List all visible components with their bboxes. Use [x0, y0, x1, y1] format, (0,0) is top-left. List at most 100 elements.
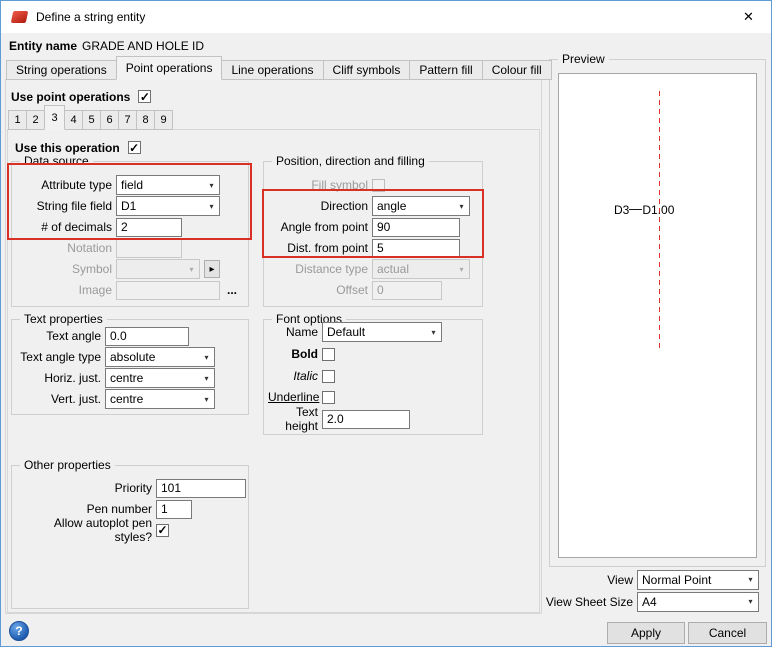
chevron-down-icon[interactable]: ▾ [204, 202, 219, 211]
chevron-down-icon[interactable]: ▾ [743, 597, 758, 606]
text-height-label: Text height [285, 405, 318, 433]
operation-tab-5[interactable]: 5 [82, 110, 101, 130]
operation-tab-4[interactable]: 4 [64, 110, 83, 130]
chevron-down-icon[interactable]: ▾ [743, 575, 758, 584]
priority-label: Priority [114, 481, 152, 495]
pen-number-input[interactable] [156, 499, 192, 519]
operation-tab-9[interactable]: 9 [154, 110, 173, 130]
view-sheet-size-select[interactable]: A4 ▾ [637, 591, 759, 612]
horiz-just-row: Horiz. just. centre ▾ [16, 368, 244, 388]
bold-checkbox[interactable] [322, 347, 335, 361]
bold-label: Bold [291, 347, 318, 361]
direction-label: Direction [320, 199, 368, 213]
group-position-direction: Position, direction and filling Fill sym… [263, 154, 483, 307]
notation-input [116, 238, 182, 258]
dist-from-point-input[interactable] [372, 238, 460, 258]
apply-button[interactable]: Apply [607, 622, 685, 644]
attribute-type-select[interactable]: field ▾ [116, 175, 220, 195]
view-select[interactable]: Normal Point ▾ [637, 569, 759, 590]
operation-tab-7[interactable]: 7 [118, 110, 137, 130]
text-angle-label: Text angle [46, 329, 101, 343]
tab-string-operations[interactable]: String operations [6, 60, 117, 80]
distance-type-label: Distance type [295, 262, 368, 276]
operation-tab-8[interactable]: 8 [136, 110, 155, 130]
distance-type-value: actual [377, 262, 410, 276]
entity-name-row: Entity name GRADE AND HOLE ID [9, 38, 204, 54]
preview-label-right: D1.00 [642, 202, 675, 217]
operation-tab-1[interactable]: 1 [8, 110, 27, 130]
tab-pattern-fill[interactable]: Pattern fill [409, 60, 483, 80]
operation-tab-3[interactable]: 3 [44, 105, 65, 130]
vert-just-select[interactable]: centre ▾ [105, 389, 215, 409]
entity-name-label: Entity name [9, 39, 78, 53]
symbol-row: Symbol ▾ ▸ [16, 259, 244, 279]
decimals-row: # of decimals [16, 217, 244, 237]
view-row: View Normal Point ▾ [521, 569, 759, 590]
group-title-text-properties: Text properties [20, 312, 107, 326]
italic-row: Italic [268, 366, 478, 386]
tab-line-operations[interactable]: Line operations [221, 60, 324, 80]
text-height-input[interactable] [322, 409, 410, 429]
preview-canvas: D3 D1.00 [558, 73, 757, 558]
view-label: View [607, 572, 633, 587]
pen-number-label: Pen number [86, 502, 152, 516]
text-angle-input[interactable] [105, 326, 189, 346]
dialog-define-string-entity: Define a string entity ✕ Entity name GRA… [0, 0, 772, 647]
text-angle-row: Text angle [16, 326, 244, 346]
group-data-source: Data source Attribute type field ▾ Strin… [11, 154, 249, 307]
string-file-field-row: String file field D1 ▾ [16, 196, 244, 216]
vert-just-row: Vert. just. centre ▾ [16, 389, 244, 409]
angle-from-point-input[interactable] [372, 217, 460, 237]
image-browse-button[interactable]: ... [224, 281, 240, 299]
chevron-down-icon[interactable]: ▾ [199, 353, 214, 362]
help-button[interactable]: ? [9, 621, 29, 641]
use-this-operation-row: Use this operation ✓ [15, 138, 141, 157]
font-name-value: Default [327, 325, 366, 339]
entity-name-value: GRADE AND HOLE ID [82, 39, 205, 53]
symbol-label: Symbol [71, 262, 112, 276]
string-file-field-select[interactable]: D1 ▾ [116, 196, 220, 216]
horiz-just-select[interactable]: centre ▾ [105, 368, 215, 388]
close-icon: ✕ [743, 9, 754, 24]
use-this-operation-checkbox[interactable]: ✓ [127, 141, 141, 154]
chevron-down-icon: ▾ [459, 264, 464, 274]
chevron-down-icon[interactable]: ▾ [204, 181, 219, 190]
decimals-label: # of decimals [41, 220, 112, 234]
fill-symbol-label: Fill symbol [311, 178, 368, 192]
direction-select[interactable]: angle ▾ [372, 196, 470, 216]
use-point-operations-checkbox[interactable]: ✓ [138, 90, 152, 103]
underline-row: Underline [268, 387, 478, 407]
cancel-button[interactable]: Cancel [688, 622, 767, 644]
operation-tab-2[interactable]: 2 [26, 110, 45, 130]
priority-input[interactable] [156, 478, 246, 498]
autoplot-checkbox[interactable]: ✓ [156, 523, 169, 537]
help-icon: ? [15, 624, 23, 638]
chevron-down-icon[interactable]: ▾ [199, 395, 214, 404]
group-font-options: Font options Name Default ▾ Bold Italic … [263, 312, 483, 435]
text-angle-type-value: absolute [110, 350, 156, 364]
chevron-down-icon[interactable]: ▾ [454, 202, 469, 211]
tab-colour-fill[interactable]: Colour fill [481, 60, 552, 80]
view-sheet-size-value: A4 [642, 594, 657, 609]
text-angle-type-select[interactable]: absolute ▾ [105, 347, 215, 367]
tab-point-operations[interactable]: Point operations [115, 56, 223, 80]
symbol-picker-button[interactable]: ▸ [204, 260, 220, 278]
font-name-select[interactable]: Default ▾ [322, 322, 442, 342]
use-point-operations-row: Use point operations ✓ [11, 87, 152, 106]
string-file-field-label: String file field [36, 199, 112, 213]
font-name-row: Name Default ▾ [268, 322, 478, 342]
chevron-down-icon[interactable]: ▾ [199, 374, 214, 383]
chevron-down-icon[interactable]: ▾ [426, 328, 441, 337]
window-title: Define a string entity [36, 10, 146, 24]
italic-checkbox[interactable] [322, 369, 335, 383]
underline-checkbox[interactable] [322, 390, 335, 404]
tab-cliff-symbols[interactable]: Cliff symbols [322, 60, 411, 80]
notation-label: Notation [67, 241, 112, 255]
close-button[interactable]: ✕ [726, 1, 771, 33]
group-title-preview: Preview [558, 52, 609, 66]
image-input [116, 280, 220, 300]
direction-value: angle [377, 199, 407, 213]
operation-tab-6[interactable]: 6 [100, 110, 119, 130]
symbol-select: ▾ [116, 259, 200, 279]
decimals-input[interactable] [116, 217, 182, 237]
